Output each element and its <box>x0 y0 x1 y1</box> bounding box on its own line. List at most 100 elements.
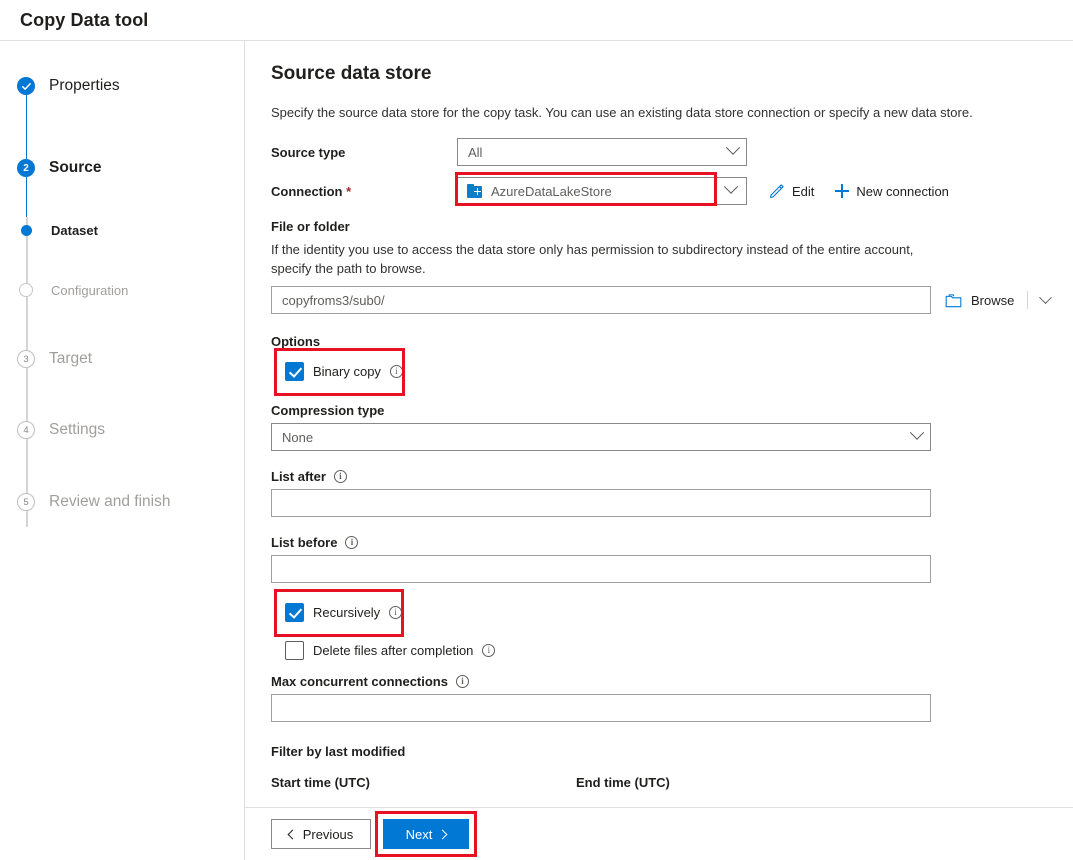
recursively-checkbox[interactable] <box>285 603 304 622</box>
delete-files-checkbox-row[interactable]: Delete files after completion i <box>285 641 1050 660</box>
max-concurrent-connections-input[interactable] <box>271 694 931 722</box>
form-scroll-area: Source data store Specify the source dat… <box>245 41 1073 807</box>
section-description: Specify the source data store for the co… <box>271 105 973 120</box>
step-check-icon <box>17 77 35 95</box>
chevron-right-icon <box>437 829 448 839</box>
filter-by-last-modified-label: Filter by last modified <box>271 744 406 759</box>
sidebar-item-label: Dataset <box>51 222 98 238</box>
file-path-input[interactable]: copyfroms3/sub0/ <box>271 286 931 314</box>
end-time-label: End time (UTC) <box>576 775 670 790</box>
connection-actions: Edit New connection <box>769 183 969 199</box>
app-header: Copy Data tool <box>0 0 1073 41</box>
step-list: Properties 2 Source Dataset Configuratio… <box>0 63 244 527</box>
sidebar-item-label: Target <box>49 350 93 367</box>
list-before-label: List before i <box>271 535 1050 550</box>
source-type-value: All <box>468 144 483 160</box>
list-after-label-text: List after <box>271 469 326 484</box>
sidebar-item-properties[interactable]: Properties <box>0 63 244 109</box>
info-icon[interactable]: i <box>389 606 403 619</box>
browse-control[interactable]: Browse <box>945 290 1053 309</box>
sidebar-item-configuration[interactable]: Configuration <box>0 273 244 307</box>
info-icon[interactable]: i <box>333 470 347 483</box>
compression-type-group: Compression type None <box>271 403 1050 451</box>
main-content-panel: Source data store Specify the source dat… <box>245 41 1073 860</box>
step-number-badge: 4 <box>17 421 35 439</box>
azure-data-lake-store-icon <box>467 184 482 198</box>
binary-copy-checkbox-row[interactable]: Binary copy i <box>285 362 403 381</box>
recursively-checkbox-row[interactable]: Recursively i <box>285 603 403 622</box>
connection-label: Connection * <box>271 184 457 199</box>
binary-copy-row: Binary copy i <box>271 348 1050 396</box>
plus-icon <box>834 184 849 199</box>
list-before-label-text: List before <box>271 535 338 550</box>
next-button-wrapper: Next <box>375 811 477 857</box>
start-time-label: Start time (UTC) <box>271 775 370 790</box>
list-before-input[interactable] <box>271 555 931 583</box>
previous-label: Previous <box>302 826 354 842</box>
info-icon[interactable]: i <box>345 536 359 549</box>
max-concurrent-connections-label: Max concurrent connections i <box>271 674 1050 689</box>
chevron-down-icon <box>725 140 741 155</box>
compression-type-value: None <box>282 429 314 445</box>
chevron-down-icon <box>909 425 925 440</box>
source-type-select[interactable]: All <box>457 138 747 166</box>
info-icon[interactable]: i <box>482 644 496 657</box>
filter-time-row: Start time (UTC) End time (UTC) <box>271 775 1050 790</box>
body-wrapper: Properties 2 Source Dataset Configuratio… <box>0 41 1073 860</box>
binary-copy-checkbox[interactable] <box>285 362 304 381</box>
chevron-left-icon <box>287 829 298 839</box>
file-path-row: copyfroms3/sub0/ Browse <box>271 286 1053 314</box>
info-icon[interactable]: i <box>455 675 469 688</box>
sidebar-item-label: Review and finish <box>49 493 171 510</box>
recursively-row: Recursively i <box>271 589 1050 637</box>
connection-label-text: Connection <box>271 183 343 199</box>
browse-label: Browse <box>971 292 1015 308</box>
list-after-label: List after i <box>271 469 1050 484</box>
list-after-group: List after i <box>271 469 1050 517</box>
sidebar-item-settings[interactable]: 4 Settings <box>0 410 244 450</box>
page-title: Copy Data tool <box>20 9 149 30</box>
sidebar-item-target[interactable]: 3 Target <box>0 339 244 379</box>
edit-connection-button[interactable]: Edit <box>769 183 814 199</box>
connection-value-area[interactable]: AzureDataLakeStore <box>457 177 715 205</box>
file-or-folder-label: File or folder <box>271 219 350 234</box>
step-connector-inactive <box>26 217 28 527</box>
chevron-down-icon[interactable] <box>1039 290 1053 304</box>
delete-files-label: Delete files after completion <box>313 643 474 658</box>
sidebar-item-review-and-finish[interactable]: 5 Review and finish <box>0 482 244 522</box>
sidebar-item-dataset[interactable]: Dataset <box>0 213 244 247</box>
folder-icon <box>945 293 962 307</box>
previous-button[interactable]: Previous <box>271 819 371 849</box>
list-after-input[interactable] <box>271 489 931 517</box>
max-concurrent-connections-group: Max concurrent connections i <box>271 674 1050 722</box>
next-button[interactable]: Next <box>383 819 469 849</box>
delete-files-checkbox[interactable] <box>285 641 304 660</box>
new-connection-button[interactable]: New connection <box>834 184 949 199</box>
list-before-group: List before i <box>271 535 1050 583</box>
recursively-label: Recursively <box>313 605 381 620</box>
sidebar-item-label: Properties <box>49 77 120 94</box>
step-empty-circle-icon <box>19 283 33 297</box>
sidebar-item-label: Source <box>49 159 102 176</box>
connection-value: AzureDataLakeStore <box>491 183 612 199</box>
step-connector-active <box>25 89 27 217</box>
connection-dropdown-button[interactable] <box>715 177 747 205</box>
source-type-row: Source type All <box>271 138 1050 166</box>
chevron-down-icon <box>723 179 739 194</box>
required-marker: * <box>346 183 352 199</box>
source-type-label: Source type <box>271 144 346 160</box>
compression-type-select[interactable]: None <box>271 423 931 451</box>
wizard-footer: Previous Next <box>245 807 1073 860</box>
wizard-stepper-sidebar: Properties 2 Source Dataset Configuratio… <box>0 41 245 860</box>
sidebar-item-source[interactable]: 2 Source <box>0 145 244 191</box>
max-concurrent-connections-label-text: Max concurrent connections <box>271 674 448 689</box>
step-number-badge: 5 <box>17 493 35 511</box>
check-icon <box>21 82 31 90</box>
connection-combobox[interactable]: AzureDataLakeStore <box>457 177 747 205</box>
info-icon[interactable]: i <box>389 365 403 378</box>
browse-separator <box>1027 291 1029 309</box>
sidebar-item-label: Configuration <box>51 282 129 298</box>
next-label: Next <box>405 826 433 842</box>
step-number-badge: 3 <box>17 350 35 368</box>
step-number-badge: 2 <box>17 159 35 177</box>
